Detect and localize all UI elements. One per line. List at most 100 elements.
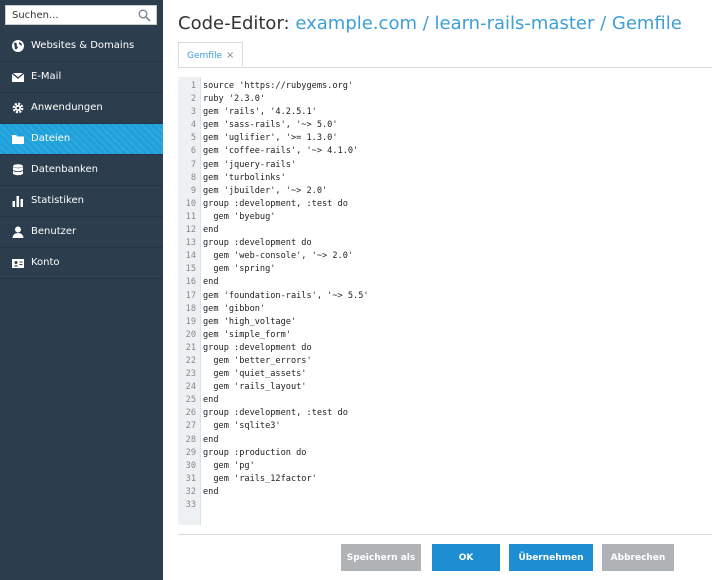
code-text[interactable]: end (203, 434, 219, 447)
breadcrumb-path: example.com / learn-rails-master / Gemfi… (295, 13, 682, 34)
cancel-button[interactable]: Abbrechen (602, 544, 674, 571)
code-text[interactable]: gem 'foundation-rails', '~> 5.5' (203, 290, 369, 303)
page-title-prefix: Code-Editor: (178, 13, 290, 34)
code-text[interactable]: end (203, 276, 219, 289)
code-text[interactable]: gem 'simple_form' (203, 329, 291, 342)
code-text[interactable]: gem 'rails', '4.2.5.1' (203, 106, 317, 119)
code-text[interactable]: gem 'turbolinks' (203, 172, 286, 185)
code-text[interactable]: group :development do (203, 342, 312, 355)
tab-gemfile[interactable]: Gemfile × (178, 42, 244, 67)
code-text[interactable]: gem 'rails_layout' (203, 381, 306, 394)
line-number: 1 (190, 81, 196, 91)
code-text[interactable]: group :development, :test do (203, 407, 348, 420)
code-text[interactable]: gem 'jquery-rails' (203, 159, 296, 172)
line-number: 5 (190, 133, 196, 144)
sidebar-item-label: Konto (31, 257, 60, 268)
tab-label: Gemfile (187, 51, 222, 61)
sidebar-item-email[interactable]: E-Mail (0, 62, 163, 93)
line-number: 19 (185, 316, 196, 327)
apply-button[interactable]: Übernehmen (509, 544, 593, 571)
code-text[interactable]: ruby '2.3.0' (203, 93, 265, 106)
sidebar-item-label: Datenbanken (31, 164, 98, 175)
code-text[interactable]: gem 'gibbon' (203, 303, 265, 316)
code-text[interactable]: gem 'high_voltage' (203, 316, 296, 329)
line-number: 17 (185, 290, 196, 301)
code-text[interactable]: gem 'uglifier', '>= 1.3.0' (203, 132, 338, 145)
code-text[interactable]: gem 'coffee-rails', '~> 4.1.0' (203, 145, 358, 158)
line-number: 10 (185, 198, 196, 209)
line-number: 14 (185, 251, 196, 262)
code-text[interactable]: end (203, 224, 219, 237)
gutter-divider (200, 77, 201, 525)
sidebar-item-konto[interactable]: Konto (0, 248, 163, 279)
code-text[interactable]: gem 'jbuilder', '~> 2.0' (203, 185, 327, 198)
sidebar-item-datenbanken[interactable]: Datenbanken (0, 155, 163, 186)
line-number: 26 (185, 408, 196, 419)
code-text[interactable]: gem 'pg' (203, 460, 254, 473)
globe-icon (12, 40, 24, 52)
search-input[interactable] (12, 8, 132, 22)
close-icon[interactable]: × (226, 50, 234, 61)
line-number: 6 (190, 146, 196, 157)
line-number: 27 (185, 421, 196, 432)
code-text[interactable]: source 'https://rubygems.org' (203, 80, 353, 93)
sidebar-item-benutzer[interactable]: Benutzer (0, 217, 163, 248)
page-title: Code-Editor: example.com / learn-rails-m… (178, 12, 682, 36)
ok-button[interactable]: OK (432, 544, 500, 571)
code-text[interactable]: gem 'better_errors' (203, 355, 311, 368)
line-number: 28 (185, 434, 196, 445)
code-text[interactable]: gem 'rails_12factor' (203, 473, 316, 486)
search-box[interactable] (5, 5, 157, 25)
line-number: 20 (185, 329, 196, 340)
sidebar-item-label: Websites & Domains (31, 40, 135, 51)
code-text[interactable]: gem 'quiet_assets' (203, 368, 306, 381)
search-icon[interactable] (138, 9, 151, 22)
footer-divider (178, 534, 712, 535)
line-number: 24 (185, 382, 196, 393)
account-icon (12, 259, 24, 268)
code-text[interactable]: gem 'spring' (203, 263, 275, 276)
sidebar-item-dateien[interactable]: Dateien (0, 124, 163, 155)
line-number: 9 (190, 185, 196, 196)
line-number: 16 (185, 277, 196, 288)
line-number: 25 (185, 395, 196, 406)
user-icon (12, 226, 24, 238)
sidebar-item-statistiken[interactable]: Statistiken (0, 186, 163, 217)
line-number: 8 (190, 172, 196, 183)
code-editor[interactable]: 1 source 'https://rubygems.org' 2 ruby '2.3… (178, 77, 712, 525)
mail-icon (11, 72, 25, 82)
line-number: 32 (185, 486, 196, 497)
line-number: 13 (185, 238, 196, 249)
main-content: Code-Editor: example.com / learn-rails-m… (163, 0, 712, 580)
code-text[interactable]: gem 'sqlite3' (203, 420, 280, 433)
code-text[interactable]: gem 'sass-rails', '~> 5.0' (203, 119, 338, 132)
sidebar-item-label: Statistiken (31, 195, 84, 206)
line-number: 3 (190, 107, 196, 118)
sidebar-item-anwendungen[interactable]: Anwendungen (0, 93, 163, 124)
gear-icon (12, 102, 24, 114)
line-number: 12 (185, 225, 196, 236)
line-number: 29 (185, 447, 196, 458)
line-number: 2 (190, 94, 196, 105)
code-text[interactable]: group :production do (203, 447, 306, 460)
code-text[interactable]: group :development, :test do (203, 198, 348, 211)
code-text[interactable]: end (203, 394, 219, 407)
code-text[interactable]: gem 'byebug' (203, 211, 275, 224)
code-text[interactable]: end (203, 486, 219, 499)
line-number: 4 (190, 120, 196, 131)
line-number: 11 (185, 211, 196, 222)
line-number: 30 (185, 460, 196, 471)
sidebar-item-label: Benutzer (31, 226, 77, 237)
code-text[interactable]: group :development do (203, 237, 312, 250)
sidebar-item-label: Anwendungen (31, 102, 103, 113)
database-icon (12, 164, 24, 176)
line-number: 15 (185, 264, 196, 275)
sidebar: Websites & Domains E-Mail Anwendungen Da… (0, 0, 163, 580)
code-text[interactable]: gem 'web-console', '~> 2.0' (203, 250, 353, 263)
save-as-button[interactable]: Speichern als (341, 544, 421, 571)
tab-bar: Gemfile × (178, 42, 712, 68)
line-number: 23 (185, 369, 196, 380)
sidebar-item-websites-domains[interactable]: Websites & Domains (0, 31, 163, 62)
line-number: 22 (185, 355, 196, 366)
bar-chart-icon (12, 196, 23, 207)
